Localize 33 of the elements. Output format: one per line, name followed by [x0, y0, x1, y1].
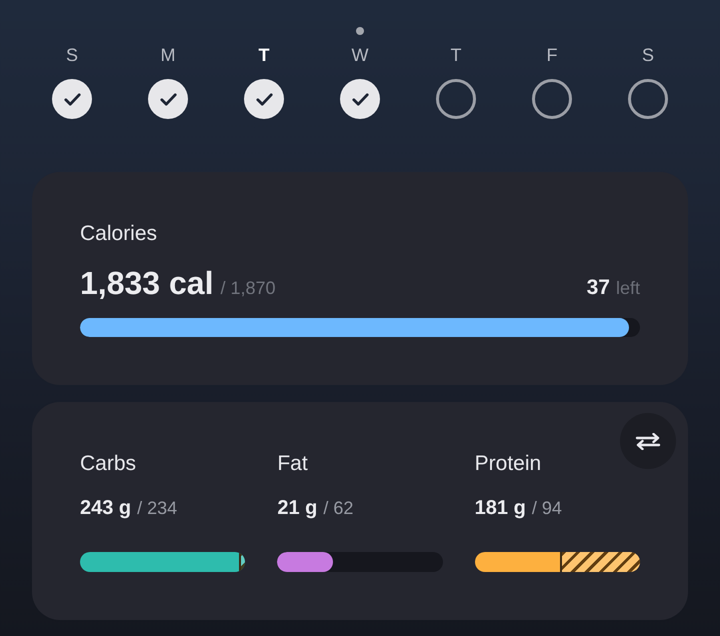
macro-amount: 21 g	[277, 496, 318, 520]
day-checkbox[interactable]	[436, 79, 476, 119]
macro-goal: / 62	[323, 498, 354, 519]
check-icon	[64, 92, 80, 106]
day-checkbox[interactable]	[340, 79, 380, 119]
macro-name: Carbs	[80, 452, 136, 476]
macro-amount: 181 g	[474, 496, 526, 520]
calories-remaining: 37	[586, 276, 610, 300]
macro-name: Protein	[474, 452, 542, 476]
day-checkbox[interactable]	[244, 79, 284, 119]
macro-goal: / 94	[532, 498, 562, 519]
check-icon	[352, 92, 368, 106]
day-label: T	[258, 44, 270, 66]
calorie-goal: / 1,870	[220, 278, 276, 299]
check-icon	[256, 92, 272, 106]
day-label: F	[546, 44, 558, 66]
remaining-label: left	[616, 278, 640, 299]
day-label: S	[642, 44, 654, 66]
day-label: M	[160, 44, 176, 66]
calories-title: Calories	[80, 222, 158, 246]
day-label: T	[450, 44, 462, 66]
day-label: W	[352, 44, 368, 66]
day-checkbox[interactable]	[148, 79, 188, 119]
macro-name: Fat	[277, 452, 308, 476]
day-checkbox[interactable]	[628, 79, 668, 119]
macro-goal: / 234	[137, 498, 178, 519]
macro-amount: 243 g	[80, 496, 132, 520]
day-checkbox[interactable]	[52, 79, 92, 119]
check-icon	[160, 92, 176, 106]
calorie-count: 1,833 cal	[80, 265, 214, 301]
day-label: S	[66, 44, 78, 66]
day-checkbox[interactable]	[532, 79, 572, 119]
swap-arrows-icon	[635, 432, 661, 450]
